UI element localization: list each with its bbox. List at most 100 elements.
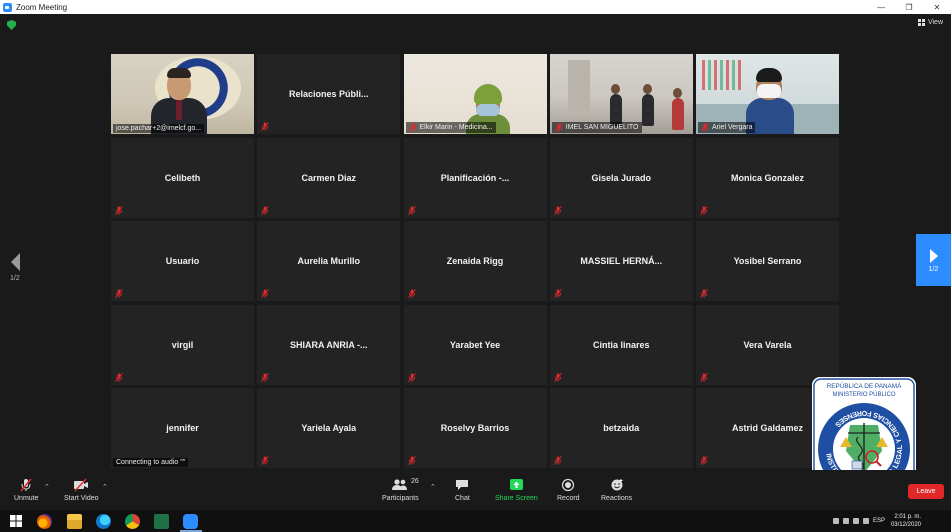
participant-name: Aurelia Murillo: [297, 256, 360, 266]
participants-options-caret-icon[interactable]: ⌃: [430, 483, 436, 491]
unmute-button[interactable]: Unmute: [14, 478, 39, 502]
grid-view-icon: [917, 19, 925, 26]
file-explorer-icon[interactable]: [67, 514, 82, 529]
participant-name: Planificación -...: [440, 172, 510, 183]
muted-microphone-icon: [261, 456, 269, 465]
system-tray: ESP 2:01 p. m. 03/12/2020: [829, 510, 951, 532]
participant-label: Ariel Vergara: [698, 122, 756, 133]
participant-label-text: Ariel Vergara: [712, 124, 753, 131]
participant-name: Zenaida Rigg: [446, 256, 504, 266]
audio-options-caret-icon[interactable]: ⌃: [44, 483, 50, 491]
next-page-button[interactable]: 1/2: [916, 234, 951, 286]
muted-microphone-icon: [115, 372, 123, 382]
page-indicator-left: 1/2: [10, 275, 20, 282]
participant-tile[interactable]: Roselvy Barrios: [403, 388, 547, 468]
chat-label: Chat: [455, 495, 470, 502]
participant-name: SHIARA ANRIA -...: [290, 339, 368, 350]
participant-label-text: jose.pachar+2@imelcf.go...: [116, 125, 202, 132]
participant-tile[interactable]: Yarabet Yee: [403, 304, 547, 385]
participant-label-text: Connecting to audio "": [116, 459, 186, 466]
battery-icon[interactable]: [862, 518, 869, 524]
window-titlebar: Zoom Meeting — ❐ ✕: [0, 0, 951, 14]
reactions-button[interactable]: Reactions: [601, 478, 632, 502]
muted-microphone-icon: [115, 205, 123, 215]
close-icon[interactable]: ✕: [923, 0, 951, 14]
muted-microphone-icon: [261, 122, 269, 131]
participant-tile[interactable]: SHIARA ANRIA -...: [257, 304, 401, 385]
video-options-caret-icon[interactable]: ⌃: [102, 483, 108, 491]
participant-tile[interactable]: Gisela Jurado: [549, 137, 693, 218]
chat-button[interactable]: Chat: [455, 478, 470, 502]
previous-page-icon[interactable]: [9, 252, 23, 272]
participant-tile[interactable]: Celibeth: [111, 137, 254, 218]
share-screen-icon: [509, 479, 523, 490]
participant-tile[interactable]: Cintia linares: [549, 304, 693, 385]
input-language[interactable]: ESP: [873, 518, 885, 524]
next-page-icon: [929, 248, 938, 263]
view-button-label: View: [927, 19, 943, 26]
participant-tile[interactable]: Yosibel Serrano: [696, 221, 839, 301]
share-screen-button[interactable]: Share Screen: [495, 478, 538, 502]
participant-tile[interactable]: Relaciones Públi...: [257, 54, 401, 134]
excel-icon[interactable]: [154, 514, 169, 529]
muted-microphone-icon: [554, 456, 562, 465]
participant-name: virgil: [171, 339, 194, 350]
start-video-button[interactable]: Start Video: [64, 478, 99, 502]
muted-microphone-icon: [407, 372, 416, 382]
edge-icon[interactable]: [96, 514, 111, 529]
zoom-taskbar-icon[interactable]: [183, 514, 198, 529]
participant-tile[interactable]: IMEL SAN MIGUELITO: [549, 54, 693, 134]
participant-video: [111, 54, 254, 134]
muted-microphone-icon: [115, 289, 123, 298]
chrome-icon[interactable]: [125, 514, 140, 529]
muted-microphone-icon: [20, 478, 32, 492]
participant-name: Celibeth: [164, 172, 201, 183]
muted-microphone-icon: [407, 205, 416, 215]
maximize-icon[interactable]: ❐: [895, 0, 923, 14]
participant-tile[interactable]: Planificación -...: [403, 137, 547, 218]
muted-microphone-icon: [408, 123, 417, 132]
chat-icon: [456, 480, 469, 490]
volume-icon[interactable]: [852, 518, 859, 524]
record-icon: [562, 478, 575, 492]
participant-tile[interactable]: Aurelia Murillo: [257, 221, 401, 301]
participant-tile[interactable]: jose.pachar+2@imelcf.go...: [111, 54, 254, 134]
participant-tile[interactable]: betzaida: [549, 388, 693, 468]
participant-label: Connecting to audio "": [113, 458, 189, 467]
participant-label: jose.pachar+2@imelcf.go...: [113, 124, 205, 133]
shield-icon[interactable]: [7, 20, 16, 30]
windows-taskbar: ESP 2:01 p. m. 03/12/2020: [0, 510, 951, 532]
window-controls: — ❐ ✕: [867, 0, 951, 14]
participant-name: Roselvy Barrios: [440, 423, 510, 433]
record-button[interactable]: Record: [557, 478, 580, 502]
participant-tile[interactable]: Vera Varela: [696, 304, 839, 385]
participant-tile[interactable]: Zenaida Rigg: [403, 221, 547, 301]
network-icon[interactable]: [842, 518, 849, 524]
reactions-icon: [611, 479, 623, 491]
participants-label: Participants: [382, 495, 419, 502]
meeting-topbar: View: [0, 14, 951, 36]
taskbar-clock[interactable]: 2:01 p. m. 03/12/2020: [891, 513, 921, 529]
muted-microphone-icon: [700, 456, 708, 465]
participant-name: MASSIEL HERNÁ...: [580, 256, 663, 266]
view-button[interactable]: View: [917, 19, 943, 26]
participant-tile[interactable]: jennifer Connecting to audio "": [111, 388, 254, 468]
participant-tile[interactable]: Elkir Marin - Medicina...: [403, 54, 547, 134]
participant-name: Carmen Diaz: [301, 172, 357, 183]
participant-tile[interactable]: Carmen Diaz: [257, 137, 401, 218]
participant-tile[interactable]: MASSIEL HERNÁ...: [549, 221, 693, 301]
leave-button[interactable]: Leave: [908, 484, 944, 499]
firefox-icon[interactable]: [37, 514, 52, 529]
participant-tile[interactable]: Yariela Ayala: [257, 388, 401, 468]
unmute-label: Unmute: [14, 495, 39, 502]
participant-tile[interactable]: Usuario: [111, 221, 254, 301]
reactions-label: Reactions: [601, 495, 633, 502]
participant-name: Vera Varela: [743, 339, 792, 350]
share-screen-label: Share Screen: [495, 495, 538, 502]
tray-chevron-icon[interactable]: [832, 518, 839, 524]
minimize-icon[interactable]: —: [867, 0, 895, 14]
participant-tile[interactable]: virgil: [111, 304, 254, 385]
participant-tile[interactable]: Monica Gonzalez: [696, 137, 839, 218]
windows-start-icon[interactable]: [10, 515, 22, 527]
participant-tile[interactable]: Ariel Vergara: [696, 54, 839, 134]
